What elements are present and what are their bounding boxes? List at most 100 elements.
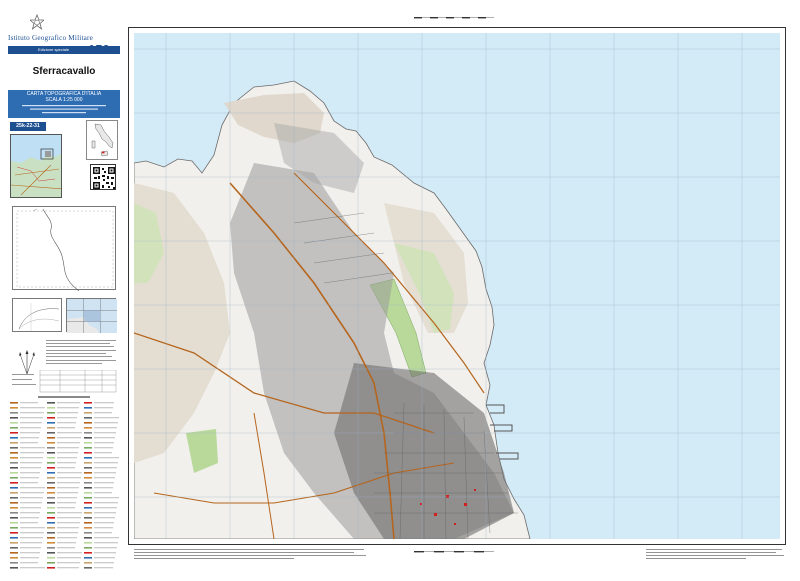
legend-swatch (10, 432, 18, 434)
legend-swatch (84, 412, 92, 414)
legend-swatch (84, 407, 92, 409)
legend-swatch (47, 427, 55, 429)
legend-label-line (94, 442, 114, 444)
legend-swatch (47, 442, 55, 444)
legend-label-line (20, 567, 45, 569)
legend-label-line (94, 497, 119, 499)
legend-swatch (84, 527, 92, 529)
legend-swatch (10, 527, 18, 529)
legend-label-line (20, 452, 44, 454)
legend-label-line (20, 547, 41, 549)
legend-label-line (94, 567, 113, 569)
legend-swatch (47, 477, 55, 479)
legend-swatch (47, 497, 55, 499)
sheet-code: 25k-22-31 (10, 122, 46, 131)
legend-swatch (47, 487, 55, 489)
footer-notes-right (646, 549, 784, 559)
legend-swatch (47, 432, 55, 434)
legend-label-line (94, 477, 115, 479)
legend-label-line (20, 557, 39, 559)
legend-label-line (57, 487, 79, 489)
legend-swatch (10, 517, 18, 519)
legend-swatch (10, 507, 18, 509)
legend-label-line (20, 552, 40, 554)
legend-swatch (10, 497, 18, 499)
legend-swatch (10, 402, 18, 404)
legend-swatch (10, 487, 18, 489)
legend-swatch (84, 542, 92, 544)
legend-label-line (57, 532, 78, 534)
legend-label-line (57, 492, 78, 494)
legend-label-line (57, 502, 76, 504)
legend-label-line (94, 427, 117, 429)
legend-swatch (84, 567, 92, 569)
legend-swatch (84, 557, 92, 559)
legend-swatch (10, 412, 18, 414)
legend-label-line (20, 412, 44, 414)
italian-republic-emblem-icon (30, 14, 44, 31)
legend-label-line (20, 442, 38, 444)
legend-swatch (84, 447, 92, 449)
legend-label-line (94, 507, 117, 509)
legend-label-line (94, 467, 117, 469)
legend-swatch (10, 437, 18, 439)
legend-label-line (20, 532, 44, 534)
legend-swatch (47, 407, 55, 409)
legend-label-line (94, 522, 114, 524)
legend-label-line (57, 427, 75, 429)
legend-swatch (10, 567, 18, 569)
legend-label-line (20, 492, 44, 494)
legend-label-line (94, 447, 113, 449)
legend-label-line (94, 517, 115, 519)
legend-swatch (84, 532, 92, 534)
legend-swatch (10, 407, 18, 409)
legend-label-line (94, 407, 113, 409)
legend-swatch (10, 477, 18, 479)
legend-swatch (84, 442, 92, 444)
italy-locator-map (86, 120, 118, 160)
legend-label-line (57, 422, 76, 424)
series-box: CARTA TOPOGRAFICA D'ITALIA SCALA 1:25 00… (8, 90, 120, 118)
legend-swatch (10, 457, 18, 459)
legend-swatch (84, 472, 92, 474)
legend-label-line (20, 527, 45, 529)
legend-label-line (20, 502, 42, 504)
legend-swatch (84, 492, 92, 494)
legend-label-line (94, 542, 118, 544)
legend-label-line (94, 412, 112, 414)
legend-swatch (47, 452, 55, 454)
legend-label-line (94, 512, 116, 514)
legend-swatch (10, 427, 18, 429)
legend-label-line (20, 422, 42, 424)
coastline-outline-map (12, 206, 116, 292)
legend-label-line (20, 507, 41, 509)
legend-swatch (10, 512, 18, 514)
legend-swatch (10, 547, 18, 549)
legend-swatch (47, 502, 55, 504)
legend-label-line (94, 437, 115, 439)
legend-swatch (84, 422, 92, 424)
legend-swatch (84, 452, 92, 454)
legend-label-line (57, 407, 79, 409)
legend-label-line (57, 452, 78, 454)
anniversary-logo: 150 (86, 42, 120, 58)
legend-label-line (20, 482, 38, 484)
legend-label-line (20, 497, 43, 499)
legend-label-line (94, 532, 112, 534)
legend-label-line (20, 437, 39, 439)
legend-label-line (57, 562, 80, 564)
legend-swatch (10, 462, 18, 464)
legend-label-line (94, 432, 116, 434)
legend-swatch (47, 542, 55, 544)
legend-label-line (57, 507, 75, 509)
legend-swatch (47, 447, 55, 449)
topographic-map[interactable] (134, 33, 780, 539)
legend-swatch (47, 402, 55, 404)
legend-label-line (57, 547, 75, 549)
legend-label-line (20, 562, 38, 564)
legend-label-line (94, 482, 114, 484)
publisher-name: Istituto Geografico Militare (8, 34, 94, 42)
legend-swatch (47, 527, 55, 529)
legend-label-line (94, 417, 119, 419)
legend-swatch (47, 472, 55, 474)
